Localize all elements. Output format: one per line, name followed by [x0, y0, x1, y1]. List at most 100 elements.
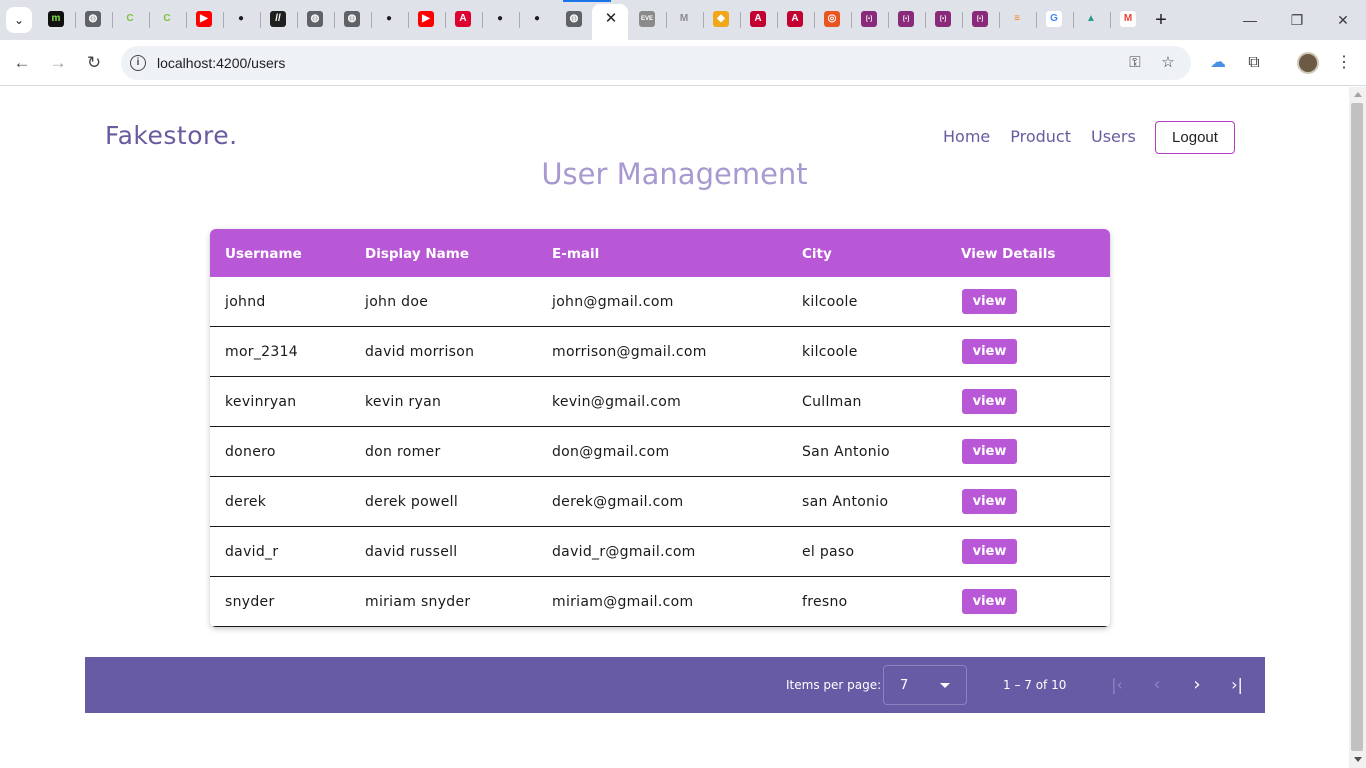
tab-separator [925, 12, 926, 28]
scroll-down-arrow-icon[interactable] [1354, 757, 1362, 762]
cell-display-name: kevin ryan [365, 394, 442, 410]
tab-separator [777, 12, 778, 28]
address-bar[interactable]: i localhost:4200/users ⚿ ☆ [121, 46, 1191, 80]
cell-city: kilcoole [802, 344, 858, 360]
angular-tab-icon[interactable]: A [455, 11, 471, 27]
dropdown-caret-icon [940, 683, 950, 688]
extensions-puzzle-icon[interactable]: ⧉ [1243, 52, 1265, 74]
minimize-window-icon[interactable]: — [1238, 8, 1262, 32]
globe-tab-icon[interactable]: ◍ [344, 11, 360, 27]
google-tab-icon[interactable]: G [1046, 11, 1062, 27]
youtube-tab-icon[interactable]: ▶ [196, 11, 212, 27]
nav-link-product[interactable]: Product [1010, 127, 1071, 146]
view-details-button[interactable]: view [962, 339, 1017, 364]
tab-search-chevron-icon[interactable]: ⌄ [6, 7, 32, 33]
angular-tab-icon[interactable]: A [787, 11, 803, 27]
last-page-icon[interactable]: ›| [1225, 673, 1249, 697]
bracket-tab-icon[interactable]: [▪] [972, 11, 988, 27]
stackoverflow-tab-icon[interactable]: ≡ [1009, 11, 1025, 27]
tab-separator [888, 12, 889, 28]
github-tab-icon[interactable]: ● [233, 11, 249, 27]
cell-display-name: derek powell [365, 494, 459, 510]
c-tab-icon[interactable]: C [122, 11, 138, 27]
tab-separator [260, 12, 261, 28]
header-display-name[interactable]: Display Name [365, 246, 469, 262]
view-details-button[interactable]: view [962, 539, 1017, 564]
scroll-up-arrow-icon[interactable] [1354, 92, 1362, 97]
page-size-select[interactable]: 7 [883, 665, 967, 705]
next-page-icon[interactable]: › [1185, 673, 1209, 697]
view-details-button[interactable]: view [962, 389, 1017, 414]
cloud-extension-icon[interactable]: ☁ [1207, 52, 1229, 74]
header-view-details: View Details [961, 246, 1056, 262]
items-per-page-label: Items per page: [786, 678, 882, 692]
header-email[interactable]: E-mail [552, 246, 599, 262]
youtube-tab-icon[interactable]: ▶ [418, 11, 434, 27]
c-tab-icon[interactable]: C [159, 11, 175, 27]
globe-tab-icon[interactable]: ◍ [85, 11, 101, 27]
github-tab-icon[interactable]: ● [381, 11, 397, 27]
scrollbar-thumb[interactable] [1351, 103, 1363, 751]
gmail-tab-icon[interactable]: M [1120, 11, 1136, 27]
tab-separator [851, 12, 852, 28]
cell-username: johnd [225, 294, 266, 310]
gmail-tab-icon[interactable]: M [676, 11, 692, 27]
first-page-icon[interactable]: |‹ [1105, 673, 1129, 697]
password-key-icon[interactable]: ⚿ [1125, 53, 1145, 73]
back-arrow-icon[interactable]: ← [10, 51, 34, 75]
profile-avatar[interactable] [1297, 52, 1319, 74]
table-row: mor_2314 david morrison morrison@gmail.com… [210, 327, 1110, 377]
address-url[interactable]: localhost:4200/users [157, 55, 285, 71]
site-info-icon[interactable]: i [130, 55, 146, 71]
main-nav: Home Product Users [943, 127, 1156, 146]
nav-link-users[interactable]: Users [1091, 127, 1136, 146]
globe-tab-icon[interactable]: ◍ [307, 11, 323, 27]
menu-tab-icon[interactable]: m [48, 11, 64, 27]
bracket-tab-icon[interactable]: [▪] [898, 11, 914, 27]
globe-tab-icon[interactable]: ◍ [566, 11, 582, 27]
bracket-tab-icon[interactable]: [▪] [935, 11, 951, 27]
nav-link-home[interactable]: Home [943, 127, 990, 146]
table-header: Username Display Name E-mail City View D… [210, 229, 1110, 277]
cell-city: san Antonio [802, 494, 889, 510]
restore-window-icon[interactable]: ❐ [1285, 8, 1309, 32]
header-city[interactable]: City [802, 246, 832, 262]
reload-icon[interactable]: ↻ [82, 51, 106, 75]
logout-button[interactable]: Logout [1155, 121, 1235, 154]
mountain-tab-icon[interactable]: ▲ [1083, 11, 1099, 27]
tab-separator [1036, 12, 1037, 28]
new-tab-button[interactable]: + [1150, 9, 1172, 31]
github-tab-icon[interactable]: ● [529, 11, 545, 27]
shield-tab-icon[interactable]: ◆ [713, 11, 729, 27]
bookmark-star-icon[interactable]: ☆ [1158, 53, 1178, 73]
header-username[interactable]: Username [225, 246, 302, 262]
browser-menu-icon[interactable]: ⋮ [1333, 52, 1355, 74]
view-details-button[interactable]: view [962, 589, 1017, 614]
close-tab-icon[interactable]: ✕ [603, 11, 619, 27]
dev-tab-icon[interactable]: // [270, 11, 286, 27]
close-window-icon[interactable]: ✕ [1331, 8, 1355, 32]
forward-arrow-icon[interactable]: → [46, 51, 70, 75]
cell-city: el paso [802, 544, 855, 560]
angular-tab-icon[interactable]: A [750, 11, 766, 27]
cell-display-name: john doe [365, 294, 429, 310]
eve-tab-icon[interactable]: EVE [639, 11, 655, 27]
view-details-button[interactable]: view [962, 289, 1017, 314]
cell-city: kilcoole [802, 294, 858, 310]
ubuntu-tab-icon[interactable]: ◎ [824, 11, 840, 27]
view-details-button[interactable]: view [962, 489, 1017, 514]
github-tab-icon[interactable]: ● [492, 11, 508, 27]
table-row: donero don romer don@gmail.com San Antonio v… [210, 427, 1110, 477]
tab-separator [666, 12, 667, 28]
bracket-tab-icon[interactable]: [▪] [861, 11, 877, 27]
users-table: Username Display Name E-mail City View D… [210, 229, 1110, 627]
previous-page-icon[interactable]: ‹ [1145, 673, 1169, 697]
cell-city: fresno [802, 594, 848, 610]
cell-username: donero [225, 444, 276, 460]
view-details-button[interactable]: view [962, 439, 1017, 464]
tab-loading-indicator [563, 0, 611, 2]
cell-email: kevin@gmail.com [552, 394, 682, 410]
vertical-scrollbar[interactable] [1349, 87, 1366, 768]
brand-logo[interactable]: Fakestore. [105, 121, 238, 150]
tab-separator [75, 12, 76, 28]
